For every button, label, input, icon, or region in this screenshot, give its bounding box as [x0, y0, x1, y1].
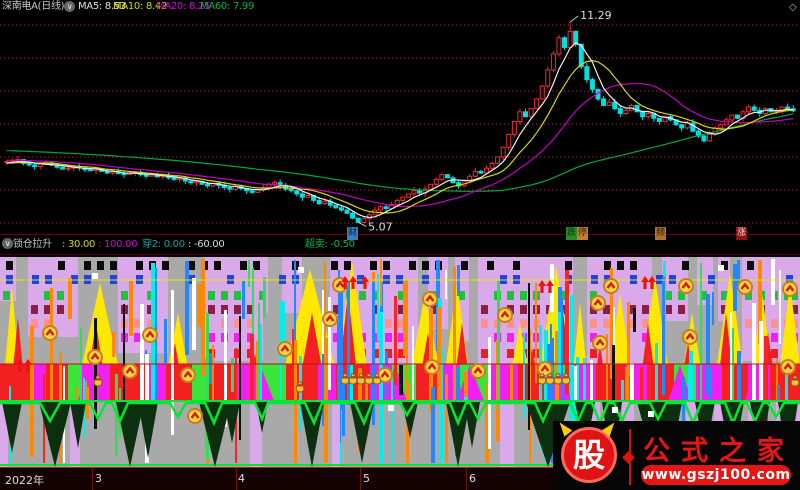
- svg-text:11.29: 11.29: [580, 9, 612, 22]
- axis-separator: [92, 468, 93, 490]
- axis-month-label: 5: [363, 472, 370, 485]
- gold-signal-icon: [277, 341, 293, 357]
- gold-signal-icon: [142, 327, 158, 343]
- gold-signal-icon: [603, 278, 619, 294]
- axis-year-label: 2022年: [5, 474, 44, 487]
- logo-diamond-icon: [622, 451, 635, 464]
- gold-signal-icon: [782, 281, 798, 297]
- gold-signal-icon: [737, 279, 753, 295]
- gold-signal-icon: [780, 359, 796, 375]
- chart-event-badge: 跌: [566, 227, 577, 240]
- gold-signal-icon: [322, 311, 338, 327]
- logo-url: www.gszj100.com: [641, 465, 791, 485]
- axis-month-label: 6: [469, 472, 476, 485]
- axis-separator: [360, 468, 361, 490]
- chart-event-badge: 频: [655, 227, 666, 240]
- diamond-icon[interactable]: ◇: [789, 2, 797, 13]
- gold-signal-icon: [590, 295, 606, 311]
- watermark-logo: 股 公式之家 www.gszj100.com: [553, 419, 800, 490]
- gold-signal-icon: [678, 278, 694, 294]
- axis-separator: [236, 468, 237, 490]
- gold-signal-icon: [187, 408, 203, 424]
- indicator-param-2: : 100.00: [98, 239, 138, 250]
- gold-signal-icon: [122, 363, 138, 379]
- chart-event-badge: 涨: [736, 227, 747, 240]
- axis-separator: [466, 468, 467, 490]
- gold-signal-icon: [180, 367, 196, 383]
- svg-text:5.07: 5.07: [368, 220, 393, 233]
- axis-month-label: 4: [238, 472, 245, 485]
- gold-signal-icon: [592, 335, 608, 351]
- indicator-param-3: 穿2: 0.00: [142, 239, 185, 250]
- axis-month-label: 3: [95, 472, 102, 485]
- indicator-param-1: : 30.00: [62, 239, 96, 250]
- chart-event-badge: 停: [577, 227, 588, 240]
- trading-app-window: 深南电A(日线) ∨ MA5: 8.53 MA10: 8.42 MA20: 8.25…: [0, 0, 800, 490]
- indicator-header: ∨ 锁仓拉升 : 30.00: 100.00 穿2: 0.00: -60.00 超卖…: [0, 234, 800, 255]
- logo-site-name: 公式之家: [643, 436, 795, 467]
- gold-signal-icon: [42, 325, 58, 341]
- candlestick-chart[interactable]: 11.29 5.07: [0, 0, 800, 233]
- gold-signal-icon: [497, 307, 513, 323]
- indicator-name[interactable]: 锁仓拉升: [13, 236, 52, 253]
- gold-signal-icon: [424, 359, 440, 375]
- indicator-param-4: : -60.00: [188, 239, 225, 250]
- gold-signal-icon: [87, 349, 103, 365]
- gold-signal-icon: [682, 329, 698, 345]
- gold-signal-icon: [470, 363, 486, 379]
- chart-event-badge: 财: [347, 227, 358, 240]
- gold-signal-icon: [422, 291, 438, 307]
